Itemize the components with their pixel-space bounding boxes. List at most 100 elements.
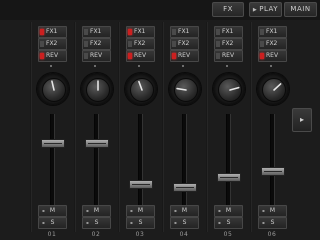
send-fx2-button[interactable]: FX2 — [258, 38, 287, 50]
send-fx2-button[interactable]: FX2 — [170, 38, 199, 50]
send-led-icon — [128, 53, 132, 59]
pan-knob[interactable] — [37, 73, 69, 105]
send-led-icon — [84, 41, 88, 47]
send-fx1-button[interactable]: FX1 — [38, 26, 67, 38]
send-label: FX2 — [266, 40, 278, 47]
mute-button[interactable]: ▪ M — [258, 205, 287, 217]
send-rev-button[interactable]: REV — [82, 50, 111, 62]
pan-center-dot-icon — [50, 65, 52, 67]
play-button[interactable]: ▶ PLAY — [249, 2, 282, 17]
solo-button[interactable]: ▪ S — [82, 217, 111, 229]
volume-fader[interactable] — [217, 173, 241, 182]
send-label: REV — [222, 52, 235, 59]
knob-icon — [86, 78, 110, 102]
pan-knob[interactable] — [213, 73, 245, 105]
toggle-dot-icon: ▪ — [130, 208, 133, 213]
fx-button[interactable]: FX — [212, 2, 244, 17]
main-button[interactable]: MAIN — [284, 2, 317, 17]
pan-knob[interactable] — [125, 73, 157, 105]
send-label: FX1 — [222, 28, 234, 35]
send-led-icon — [84, 29, 88, 35]
fader-track — [226, 114, 231, 210]
next-page-button[interactable]: ▸ — [292, 108, 312, 132]
volume-fader[interactable] — [261, 167, 285, 176]
toggle-dot-icon: ▪ — [130, 220, 133, 225]
send-led-icon — [216, 29, 220, 35]
solo-button[interactable]: ▪ S — [258, 217, 287, 229]
send-label: FX1 — [266, 28, 278, 35]
send-rev-button[interactable]: REV — [126, 50, 155, 62]
send-fx2-button[interactable]: FX2 — [214, 38, 243, 50]
send-fx1-button[interactable]: FX1 — [170, 26, 199, 38]
mute-label: M — [225, 207, 232, 214]
send-led-icon — [260, 53, 264, 59]
mute-label: M — [181, 207, 188, 214]
chevron-right-icon: ▸ — [299, 115, 304, 124]
fader-track — [50, 114, 55, 210]
send-led-icon — [172, 41, 176, 47]
volume-fader[interactable] — [41, 139, 65, 148]
send-led-icon — [216, 53, 220, 59]
pan-knob[interactable] — [81, 73, 113, 105]
toggle-dot-icon: ▪ — [86, 220, 89, 225]
send-led-icon — [260, 29, 264, 35]
send-led-icon — [260, 41, 264, 47]
send-fx1-button[interactable]: FX1 — [214, 26, 243, 38]
play-label: PLAY — [259, 5, 279, 13]
channel-strip-01: FX1 FX2 REV ▪ M ▪ S 01 — [36, 22, 76, 240]
toggle-dot-icon: ▪ — [262, 220, 265, 225]
main-label: MAIN — [290, 5, 311, 13]
toggle-dot-icon: ▪ — [218, 208, 221, 213]
send-led-icon — [128, 41, 132, 47]
channel-number: 06 — [267, 231, 277, 238]
solo-button[interactable]: ▪ S — [38, 217, 67, 229]
send-led-icon — [128, 29, 132, 35]
volume-fader[interactable] — [173, 183, 197, 192]
send-label: REV — [90, 52, 103, 59]
send-fx2-button[interactable]: FX2 — [82, 38, 111, 50]
send-label: REV — [134, 52, 147, 59]
solo-button[interactable]: ▪ S — [214, 217, 243, 229]
solo-button[interactable]: ▪ S — [170, 217, 199, 229]
send-rev-button[interactable]: REV — [170, 50, 199, 62]
send-fx2-button[interactable]: FX2 — [126, 38, 155, 50]
toggle-dot-icon: ▪ — [86, 208, 89, 213]
pan-center-dot-icon — [226, 65, 228, 67]
mute-button[interactable]: ▪ M — [82, 205, 111, 217]
send-rev-button[interactable]: REV — [38, 50, 67, 62]
pan-center-dot-icon — [94, 65, 96, 67]
send-label: FX1 — [178, 28, 190, 35]
send-led-icon — [84, 53, 88, 59]
solo-button[interactable]: ▪ S — [126, 217, 155, 229]
mute-button[interactable]: ▪ M — [38, 205, 67, 217]
pan-knob[interactable] — [257, 73, 289, 105]
send-led-icon — [40, 53, 44, 59]
send-fx1-button[interactable]: FX1 — [258, 26, 287, 38]
send-rev-button[interactable]: REV — [214, 50, 243, 62]
knob-icon — [130, 78, 154, 102]
mute-button[interactable]: ▪ M — [170, 205, 199, 217]
mute-button[interactable]: ▪ M — [126, 205, 155, 217]
fader-track — [182, 114, 187, 210]
send-fx2-button[interactable]: FX2 — [38, 38, 67, 50]
channel-strip-04: FX1 FX2 REV ▪ M ▪ S 04 — [168, 22, 208, 240]
knob-icon — [262, 78, 286, 102]
send-fx1-button[interactable]: FX1 — [126, 26, 155, 38]
channel-number: 03 — [135, 231, 145, 238]
fader-track — [270, 114, 275, 210]
mute-button[interactable]: ▪ M — [214, 205, 243, 217]
toggle-dot-icon: ▪ — [262, 208, 265, 213]
send-fx1-button[interactable]: FX1 — [82, 26, 111, 38]
send-label: REV — [46, 52, 59, 59]
send-led-icon — [40, 41, 44, 47]
pan-center-dot-icon — [138, 65, 140, 67]
pan-knob[interactable] — [169, 73, 201, 105]
toggle-dot-icon: ▪ — [174, 208, 177, 213]
send-led-icon — [172, 29, 176, 35]
send-label: REV — [178, 52, 191, 59]
volume-fader[interactable] — [85, 139, 109, 148]
channel-number: 05 — [223, 231, 233, 238]
volume-fader[interactable] — [129, 180, 153, 189]
solo-label: S — [182, 219, 187, 226]
send-rev-button[interactable]: REV — [258, 50, 287, 62]
